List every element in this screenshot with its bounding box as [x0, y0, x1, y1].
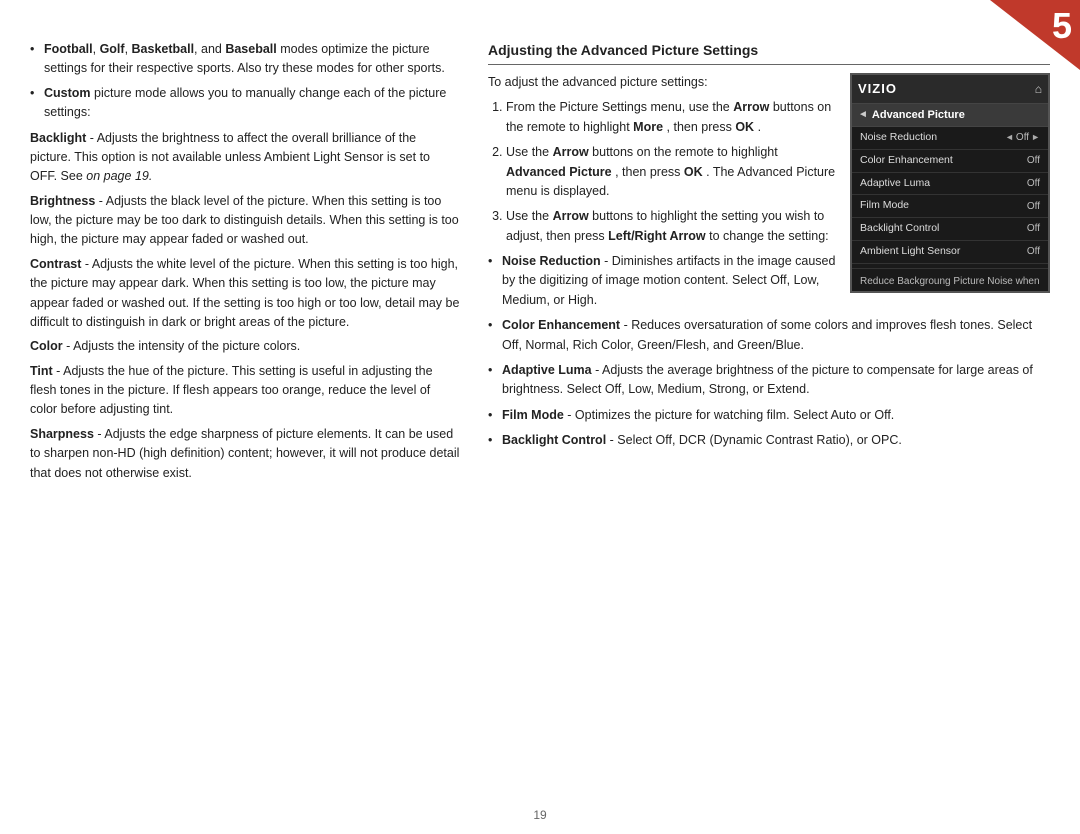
baseball-label: Baseball	[225, 42, 276, 56]
page-footer: 19	[0, 808, 1080, 822]
adaptive-luma-label: Adaptive Luma	[502, 363, 592, 377]
sharpness-text: - Adjusts the edge sharpness of picture …	[30, 427, 459, 480]
tv-film-value: Off	[1027, 199, 1040, 214]
step2-text2: buttons on the remote to highlight	[592, 145, 778, 159]
brightness-para: Brightness - Adjusts the black level of …	[30, 192, 460, 250]
tv-backlight-ctrl-label: Backlight Control	[860, 221, 939, 237]
noise-reduction-label: Noise Reduction	[502, 254, 601, 268]
step3-leftright: Left/Right Arrow	[608, 229, 705, 243]
tv-adaptive-value: Off	[1027, 176, 1040, 191]
tv-noise-reduction: Noise Reduction ◄ Off ►	[852, 127, 1048, 150]
tv-color-enh-label: Color Enhancement	[860, 153, 953, 169]
sports-modes-bullet: Football, Golf, Basketball, and Baseball…	[30, 40, 460, 79]
step2-arrow: Arrow	[553, 145, 589, 159]
step2-text1: Use the	[506, 145, 553, 159]
tv-noise-off: Off	[1016, 130, 1029, 145]
tv-right-arrow-icon: ►	[1031, 131, 1040, 145]
sharpness-para: Sharpness - Adjusts the edge sharpness o…	[30, 425, 460, 483]
film-mode-label: Film Mode	[502, 408, 564, 422]
contrast-text: - Adjusts the white level of the picture…	[30, 257, 459, 329]
step3-text1: Use the	[506, 209, 553, 223]
right-column: Adjusting the Advanced Picture Settings …	[488, 40, 1050, 804]
chapter-number: 5	[1052, 8, 1072, 44]
step1-text1: From the Picture Settings menu, use the	[506, 100, 733, 114]
backlight-para: Backlight - Adjusts the brightness to af…	[30, 129, 460, 187]
color-text: - Adjusts the intensity of the picture c…	[66, 339, 300, 353]
tv-subtitle-bar: ◄ Advanced Picture	[852, 104, 1048, 128]
tv-backlight-ctrl-value: Off	[1027, 221, 1040, 236]
step1-text3: , then press	[667, 120, 736, 134]
step1-more: More	[633, 120, 663, 134]
step3-arrow: Arrow	[553, 209, 589, 223]
backlight-label: Backlight	[30, 131, 86, 145]
color-enhancement-label: Color Enhancement	[502, 318, 620, 332]
tv-color-enhancement: Color Enhancement Off	[852, 150, 1048, 173]
step1-ok: OK	[735, 120, 754, 134]
film-mode-text: - Optimizes the picture for watching fil…	[567, 408, 894, 422]
color-enhancement-bullet: Color Enhancement - Reduces oversaturati…	[488, 316, 1050, 355]
setting-bullets: Noise Reduction - Diminishes artifacts i…	[488, 252, 1050, 450]
custom-mode-bullet: Custom picture mode allows you to manual…	[30, 84, 460, 123]
home-icon: ⌂	[1035, 80, 1042, 98]
backlight-control-bullet: Backlight Control - Select Off, DCR (Dyn…	[488, 431, 1050, 450]
contrast-para: Contrast - Adjusts the white level of th…	[30, 255, 460, 333]
left-column: Football, Golf, Basketball, and Baseball…	[30, 40, 460, 804]
football-label: Football	[44, 42, 93, 56]
color-para: Color - Adjusts the intensity of the pic…	[30, 337, 460, 356]
adaptive-luma-bullet: Adaptive Luma - Adjusts the average brig…	[488, 361, 1050, 400]
step1-arrow: Arrow	[733, 100, 769, 114]
backlight-control-label: Backlight Control	[502, 433, 606, 447]
tint-text: - Adjusts the hue of the picture. This s…	[30, 364, 433, 417]
tint-para: Tint - Adjusts the hue of the picture. T…	[30, 362, 460, 420]
step2-text3: , then press	[615, 165, 684, 179]
brightness-label: Brightness	[30, 194, 95, 208]
step2-ok: OK	[684, 165, 703, 179]
tv-backlight-control: Backlight Control Off	[852, 218, 1048, 241]
tv-color-enh-value: Off	[1027, 153, 1040, 168]
golf-label: Golf	[100, 42, 125, 56]
step1-text4: .	[758, 120, 761, 134]
brightness-text: - Adjusts the black level of the picture…	[30, 194, 459, 247]
top-bullets: Football, Golf, Basketball, and Baseball…	[30, 40, 460, 123]
contrast-label: Contrast	[30, 257, 81, 271]
noise-reduction-bullet: Noise Reduction - Diminishes artifacts i…	[488, 252, 1050, 310]
tv-subtitle: Advanced Picture	[872, 107, 965, 124]
vizio-logo: VIZIO	[858, 79, 897, 99]
custom-text: picture mode allows you to manually chan…	[44, 86, 446, 119]
basketball-label: Basketball	[132, 42, 195, 56]
tv-arrow-left-icon: ◄	[858, 107, 868, 122]
tv-left-arrow-icon: ◄	[1005, 131, 1014, 145]
step2-advanced: Advanced Picture	[506, 165, 612, 179]
tint-label: Tint	[30, 364, 53, 378]
tv-film-label: Film Mode	[860, 198, 909, 214]
backlight-control-text: - Select Off, DCR (Dynamic Contrast Rati…	[610, 433, 902, 447]
color-label: Color	[30, 339, 63, 353]
backlight-ref: on page 19.	[86, 169, 152, 183]
sharpness-label: Sharpness	[30, 427, 94, 441]
step3-text3: to change the setting:	[709, 229, 829, 243]
section-title: Adjusting the Advanced Picture Settings	[488, 40, 1050, 65]
main-content: Football, Golf, Basketball, and Baseball…	[30, 40, 1050, 804]
tv-adaptive-luma: Adaptive Luma Off	[852, 173, 1048, 196]
film-mode-bullet: Film Mode - Optimizes the picture for wa…	[488, 406, 1050, 425]
tv-noise-label: Noise Reduction	[860, 130, 937, 146]
tv-noise-value: ◄ Off ►	[1005, 130, 1040, 145]
tv-header: VIZIO ⌂	[852, 75, 1048, 104]
tv-film-mode: Film Mode Off	[852, 195, 1048, 218]
tv-adaptive-label: Adaptive Luma	[860, 176, 930, 192]
custom-label: Custom	[44, 86, 91, 100]
